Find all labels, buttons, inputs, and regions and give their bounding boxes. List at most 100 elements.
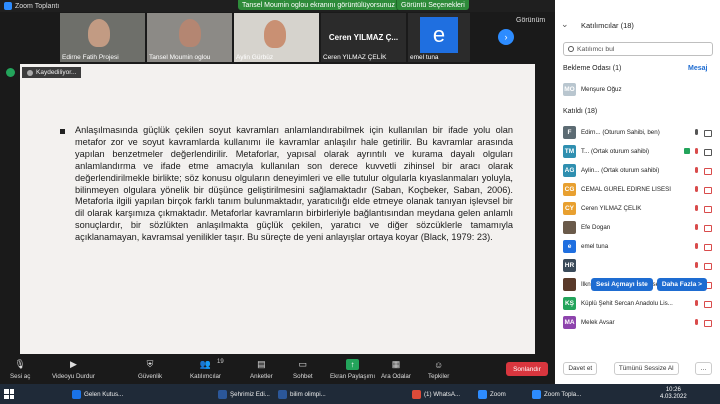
video-thumbnails: Edirne Fatih Projesi Tansel Moumin oglou… bbox=[60, 13, 470, 62]
participant-name: Melek Avsar bbox=[581, 318, 615, 326]
microphone-muted-icon[interactable] bbox=[693, 223, 700, 231]
microphone-muted-icon[interactable] bbox=[693, 147, 700, 155]
share-screen-button[interactable]: ↑ Ekran Paylaşımı bbox=[330, 359, 375, 380]
more-options-button[interactable]: … bbox=[695, 362, 712, 375]
video-off-icon[interactable] bbox=[704, 148, 713, 156]
waiting-room-heading[interactable]: Bekleme Odası (1) bbox=[563, 65, 621, 72]
thumbnail-display-name: Ceren YILMAZ Ç... bbox=[328, 33, 399, 42]
video-off-icon[interactable] bbox=[704, 129, 713, 137]
video-thumbnail[interactable]: Ceren YILMAZ Ç... Ceren YILMAZ ÇELİK bbox=[321, 13, 406, 62]
participant-row[interactable]: CY Ceren YILMAZ ÇELİK bbox=[563, 201, 713, 215]
participants-button[interactable]: 👥 19 Katılımcılar bbox=[190, 359, 224, 380]
participant-row[interactable]: TM T... (Ortak oturum sahibi) bbox=[563, 144, 713, 158]
avatar: F bbox=[563, 125, 576, 139]
video-thumbnail[interactable]: e emel tuna bbox=[408, 13, 470, 62]
system-clock[interactable]: 10:26 4.03.2022 bbox=[660, 387, 687, 401]
video-off-icon[interactable] bbox=[704, 300, 713, 308]
end-meeting-button[interactable]: Sonlandır bbox=[506, 362, 548, 376]
breakout-label: Ara Odalar bbox=[381, 373, 411, 380]
video-off-icon[interactable] bbox=[704, 205, 713, 213]
taskbar-item[interactable]: (1) WhatsA... bbox=[412, 387, 460, 402]
video-off-icon[interactable] bbox=[704, 224, 713, 232]
security-button[interactable]: ⛨ Güvenlik bbox=[138, 359, 162, 380]
participant-video bbox=[264, 20, 286, 48]
taskbar-item[interactable]: bilim olimpi... bbox=[278, 387, 326, 402]
taskbar-item[interactable]: Şehrimiz Edi... bbox=[218, 387, 270, 402]
taskbar-item[interactable]: Zoom bbox=[478, 387, 506, 402]
recording-indicator[interactable]: Kaydediliyor... bbox=[22, 67, 82, 78]
video-button[interactable]: ▶ Videoyu Durdur bbox=[52, 359, 95, 380]
participant-row[interactable]: F Edirn... (Oturum Sahibi, ben) bbox=[563, 125, 713, 139]
view-options-button[interactable]: Görüntü Seçenekleri bbox=[396, 0, 469, 10]
participants-panel: ⌄ Katılımcılar (18) Katılımcı bul Beklem… bbox=[555, 0, 720, 384]
message-button[interactable]: Mesaj bbox=[688, 65, 707, 72]
participant-row[interactable]: MA Melek Avsar bbox=[563, 315, 713, 329]
video-off-icon[interactable] bbox=[704, 262, 713, 270]
windows-start-icon[interactable] bbox=[4, 389, 14, 399]
reactions-label: Tepkiler bbox=[428, 373, 450, 380]
reactions-icon: ☺ bbox=[434, 359, 444, 370]
participant-row[interactable]: AG Aylin... (Ortak oturum sahibi) bbox=[563, 163, 713, 177]
breakout-rooms-button[interactable]: ▦ Ara Odalar bbox=[381, 359, 411, 380]
video-off-icon[interactable] bbox=[704, 319, 713, 327]
microphone-muted-icon[interactable] bbox=[693, 166, 700, 174]
meeting-toolbar: 🎙 Sesi aç ▶ Videoyu Durdur ⛨ Güvenlik 👥 … bbox=[0, 356, 555, 384]
microphone-muted-icon[interactable] bbox=[693, 128, 700, 136]
clock-date: 4.03.2022 bbox=[660, 394, 687, 400]
search-input[interactable]: Katılımcı bul bbox=[577, 46, 614, 53]
participant-video bbox=[179, 19, 201, 47]
microphone-muted-icon[interactable] bbox=[693, 299, 700, 307]
participant-row[interactable]: KŞ Küplü Şehit Sercan Anadolu Lis... bbox=[563, 296, 713, 310]
recording-label: Kaydediliyor... bbox=[36, 69, 77, 76]
more-button[interactable]: Daha Fazla > bbox=[656, 278, 707, 291]
mute-button[interactable]: 🎙 Sesi aç bbox=[10, 359, 30, 380]
participant-name: Aylin... (Ortak oturum sahibi) bbox=[581, 166, 660, 174]
mute-all-button[interactable]: Tümünü Sessize Al bbox=[613, 362, 679, 375]
window-title: Zoom Toplantı bbox=[15, 2, 60, 10]
app-icon bbox=[218, 390, 227, 399]
participant-row[interactable]: HR bbox=[563, 258, 713, 272]
thumbnail-name: Ceren YILMAZ ÇELİK bbox=[323, 54, 387, 61]
polls-button[interactable]: ▤ Anketler bbox=[250, 359, 273, 380]
participant-name: CEMAL GÜREL EDIRNE LİSESİ bbox=[581, 185, 671, 193]
share-screen-icon: ↑ bbox=[346, 359, 360, 370]
video-thumbnail[interactable]: Edirne Fatih Projesi bbox=[60, 13, 145, 62]
microphone-muted-icon[interactable] bbox=[693, 318, 700, 326]
video-thumbnail[interactable]: Aylin Gürbüz bbox=[234, 13, 319, 62]
participant-row[interactable]: CG CEMAL GÜREL EDIRNE LİSESİ bbox=[563, 182, 713, 196]
record-icon bbox=[27, 69, 33, 76]
shield-icon[interactable] bbox=[6, 68, 15, 77]
share-label: Ekran Paylaşımı bbox=[330, 373, 376, 380]
participant-row[interactable]: e emel tuna bbox=[563, 239, 713, 253]
participant-search[interactable]: Katılımcı bul bbox=[563, 42, 713, 56]
ask-unmute-button[interactable]: Sesi Açmayı İste bbox=[591, 278, 653, 291]
view-button[interactable]: Görünüm bbox=[516, 17, 545, 24]
chevron-down-icon[interactable]: ⌄ bbox=[561, 19, 569, 30]
participant-name: T... (Ortak oturum sahibi) bbox=[581, 147, 650, 155]
microphone-muted-icon[interactable] bbox=[693, 185, 700, 193]
microphone-muted-icon[interactable] bbox=[693, 242, 700, 250]
panel-footer: Davet et Tümünü Sessize Al … bbox=[555, 362, 720, 375]
video-off-icon[interactable] bbox=[704, 167, 713, 175]
avatar: MA bbox=[563, 315, 576, 329]
microphone-muted-icon[interactable] bbox=[693, 204, 700, 212]
reactions-button[interactable]: ☺ Tepkiler bbox=[428, 359, 450, 381]
chat-button[interactable]: ▭ Sohbet bbox=[293, 359, 313, 380]
avatar: e bbox=[563, 239, 576, 253]
waiting-person-row[interactable]: MO Menşure Oğuz bbox=[563, 82, 713, 96]
search-icon bbox=[568, 46, 574, 52]
video-thumbnail[interactable]: Tansel Moumin oglou bbox=[147, 13, 232, 62]
microphone-muted-icon[interactable] bbox=[693, 261, 700, 269]
video-off-icon[interactable] bbox=[704, 186, 713, 194]
invite-button[interactable]: Davet et bbox=[563, 362, 598, 375]
in-call-heading[interactable]: Katıldı (18) bbox=[563, 108, 597, 115]
chat-label: Sohbet bbox=[293, 373, 313, 380]
thumbnail-name: Aylin Gürbüz bbox=[236, 54, 274, 61]
taskbar-item[interactable]: Gelen Kutus... bbox=[72, 387, 123, 402]
app-icon bbox=[72, 390, 81, 399]
taskbar-item[interactable]: Zoom Topla... bbox=[532, 387, 581, 402]
chat-icon: ▭ bbox=[298, 359, 308, 369]
video-off-icon[interactable] bbox=[704, 243, 713, 251]
participant-row[interactable]: Efe Dogan bbox=[563, 220, 713, 234]
chevron-right-icon[interactable]: › bbox=[498, 29, 514, 45]
